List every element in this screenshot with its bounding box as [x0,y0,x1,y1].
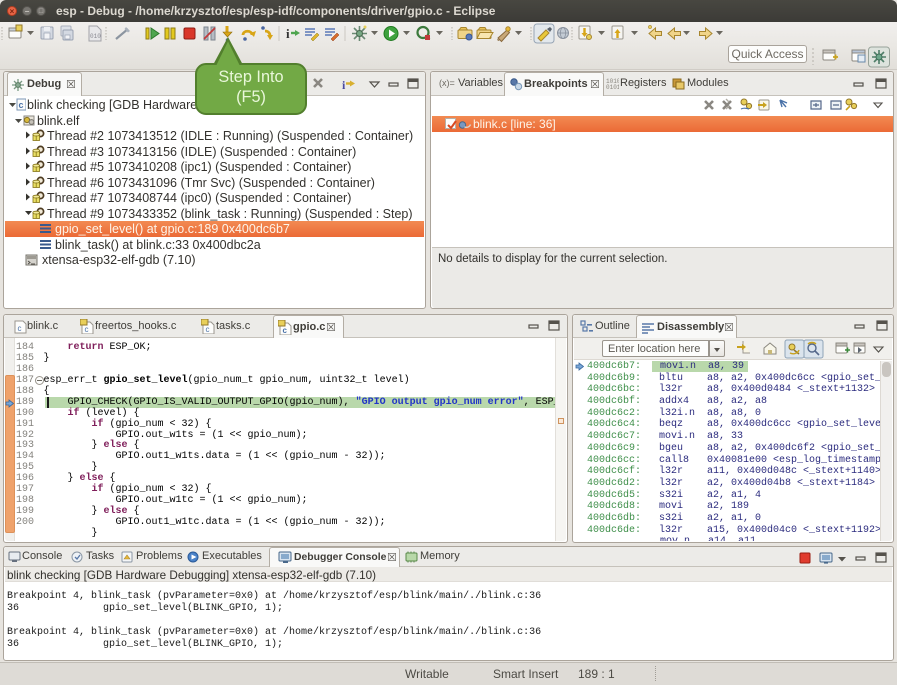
svg-text:c: c [85,325,89,334]
svg-text:c: c [283,326,288,335]
svg-text:c: c [18,324,22,333]
svg-text:0101: 0101 [606,84,619,91]
svg-text:i: i [342,78,346,92]
svg-text:i: i [286,26,290,41]
svg-text:010: 010 [90,33,101,40]
svg-text:c: c [206,325,210,334]
svg-text:c: c [19,100,24,110]
